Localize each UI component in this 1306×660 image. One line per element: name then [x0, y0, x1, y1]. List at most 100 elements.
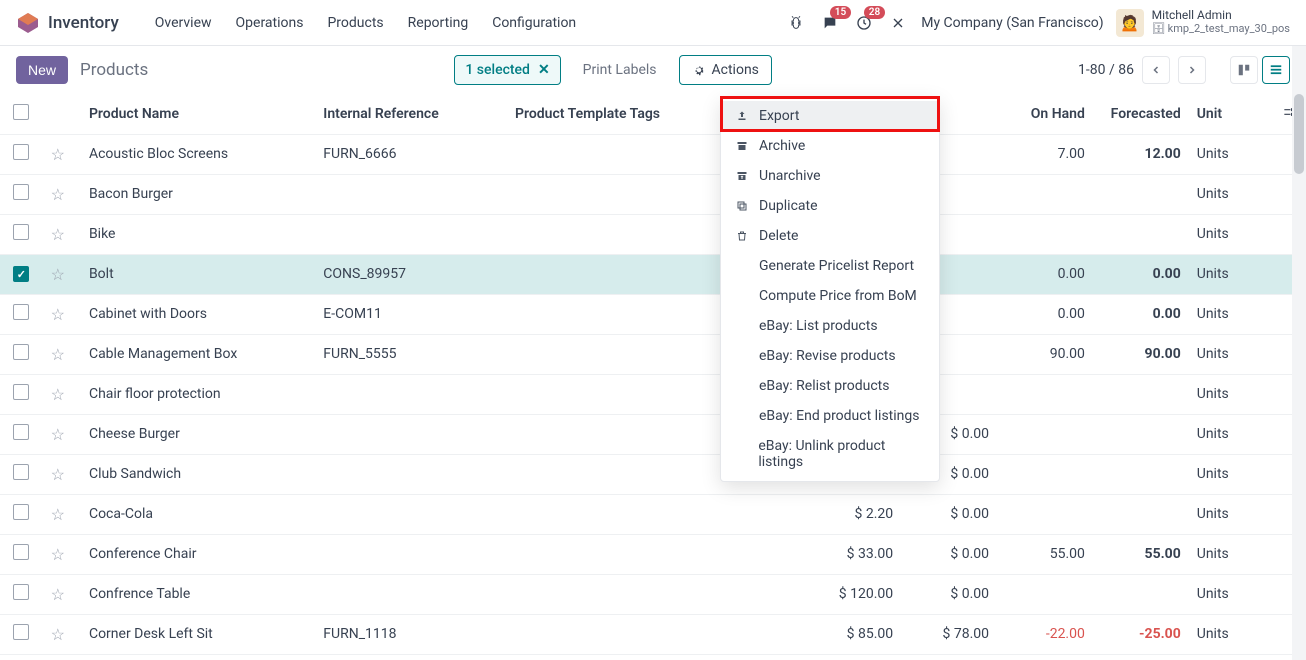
row-checkbox[interactable] [13, 424, 29, 440]
select-all-checkbox[interactable] [13, 104, 29, 120]
pager-prev-button[interactable] [1142, 56, 1170, 84]
cell-onhand: 0.00 [997, 254, 1093, 294]
action-export[interactable]: Export [721, 101, 939, 131]
nav-overview[interactable]: Overview [143, 15, 224, 31]
cell-unit: Units [1189, 254, 1274, 294]
action-generate-pricelist-report[interactable]: Generate Pricelist Report [721, 251, 939, 281]
nav-reporting[interactable]: Reporting [396, 15, 481, 31]
star-icon[interactable]: ☆ [51, 225, 65, 244]
app-logo-icon[interactable] [16, 11, 40, 35]
row-checkbox[interactable] [13, 224, 29, 240]
pager-next-button[interactable] [1178, 56, 1206, 84]
cell-ref [315, 174, 507, 214]
cell-name: Cheese Burger [81, 414, 315, 454]
table-row[interactable]: ☆Conference Chair$ 33.00$ 0.0055.0055.00… [0, 534, 1306, 574]
app-title[interactable]: Inventory [48, 13, 119, 33]
action-compute-price-from-bom[interactable]: Compute Price from BoM [721, 281, 939, 311]
cell-unit: Units [1189, 374, 1274, 414]
star-icon[interactable]: ☆ [51, 345, 65, 364]
cell-name: Cable Management Box [81, 334, 315, 374]
pager-range[interactable]: 1-80 / 86 [1078, 62, 1134, 78]
tools-icon[interactable] [887, 12, 909, 34]
archive-icon [735, 140, 749, 152]
cell-name: Corner Desk Left Sit [81, 614, 315, 654]
nav-right: 15 28 My Company (San Francisco) 🙍 Mitch… [785, 9, 1290, 37]
trash-icon [735, 230, 749, 242]
kanban-view-button[interactable] [1230, 56, 1258, 84]
row-checkbox[interactable] [13, 384, 29, 400]
action-ebay-list-products[interactable]: eBay: List products [721, 311, 939, 341]
activity-icon[interactable]: 28 [853, 12, 875, 34]
row-checkbox[interactable] [13, 544, 29, 560]
action-ebay-unlink-product-listings[interactable]: eBay: Unlink product listings [721, 431, 939, 477]
row-checkbox[interactable] [13, 304, 29, 320]
actions-dropdown-button[interactable]: Actions [679, 55, 772, 85]
star-icon[interactable]: ☆ [51, 625, 65, 644]
table-row[interactable]: ☆Chair floor protectionUnits [0, 374, 1306, 414]
row-checkbox[interactable] [13, 624, 29, 640]
nav-configuration[interactable]: Configuration [480, 15, 588, 31]
nav-menu: Overview Operations Products Reporting C… [143, 15, 588, 31]
col-forecast[interactable]: Forecasted [1093, 94, 1189, 134]
action-archive[interactable]: Archive [721, 131, 939, 161]
nav-operations[interactable]: Operations [224, 15, 316, 31]
star-icon[interactable]: ☆ [51, 385, 65, 404]
star-icon[interactable]: ☆ [51, 585, 65, 604]
chat-icon[interactable]: 15 [819, 12, 841, 34]
top-nav: Inventory Overview Operations Products R… [0, 0, 1306, 46]
star-icon[interactable]: ☆ [51, 425, 65, 444]
row-checkbox[interactable] [13, 504, 29, 520]
list-view-button[interactable] [1262, 56, 1290, 84]
star-icon[interactable]: ☆ [51, 545, 65, 564]
view-switch [1230, 56, 1290, 84]
nav-products[interactable]: Products [315, 15, 395, 31]
row-checkbox[interactable] [13, 464, 29, 480]
table-row[interactable]: ☆Acoustic Bloc ScreensFURN_66667.0012.00… [0, 134, 1306, 174]
table-row[interactable]: ☆BoltCONS_899570.000.00Units [0, 254, 1306, 294]
pager: 1-80 / 86 [1078, 56, 1206, 84]
table-row[interactable]: ☆Coca-Cola$ 2.20$ 0.00Units [0, 494, 1306, 534]
scrollbar-track[interactable] [1292, 46, 1306, 660]
table-row[interactable]: ☆Bacon BurgerUnits [0, 174, 1306, 214]
row-checkbox[interactable] [13, 584, 29, 600]
user-menu[interactable]: 🙍 Mitchell Admin 🗄kmp_2_test_may_30_pos [1116, 9, 1290, 37]
bug-icon[interactable] [785, 12, 807, 34]
row-checkbox[interactable] [13, 266, 29, 282]
print-labels-button[interactable]: Print Labels [573, 56, 667, 84]
star-icon[interactable]: ☆ [51, 145, 65, 164]
table-row[interactable]: ☆Confrence Table$ 120.00$ 0.00Units [0, 574, 1306, 614]
action-unarchive[interactable]: Unarchive [721, 161, 939, 191]
table-row[interactable]: ☆Corner Desk Left SitFURN_1118$ 85.00$ 7… [0, 614, 1306, 654]
clear-selection-icon[interactable]: ✕ [538, 62, 550, 78]
star-icon[interactable]: ☆ [51, 265, 65, 284]
company-selector[interactable]: My Company (San Francisco) [921, 15, 1103, 31]
star-icon[interactable]: ☆ [51, 305, 65, 324]
new-button[interactable]: New [16, 56, 68, 84]
action-ebay-end-product-listings[interactable]: eBay: End product listings [721, 401, 939, 431]
row-checkbox[interactable] [13, 184, 29, 200]
cell-onhand: 0.00 [997, 294, 1093, 334]
cell-ref [315, 574, 507, 614]
star-icon[interactable]: ☆ [51, 185, 65, 204]
row-checkbox[interactable] [13, 144, 29, 160]
cell-price: $ 120.00 [805, 574, 901, 614]
col-product-name[interactable]: Product Name [81, 94, 315, 134]
table-row[interactable]: ☆Cabinet with DoorsE-COM110.000.00Units [0, 294, 1306, 334]
action-duplicate[interactable]: Duplicate [721, 191, 939, 221]
action-ebay-relist-products[interactable]: eBay: Relist products [721, 371, 939, 401]
action-ebay-revise-products[interactable]: eBay: Revise products [721, 341, 939, 371]
table-row[interactable]: ☆Cable Management BoxFURN_555590.0090.00… [0, 334, 1306, 374]
table-row[interactable]: ☆Cheese Burger$ 7.00$ 0.00Units [0, 414, 1306, 454]
table-row[interactable]: ☆Club Sandwich$ 3.40$ 0.00Units [0, 454, 1306, 494]
cell-unit: Units [1189, 454, 1274, 494]
table-row[interactable]: ☆BikeUnits [0, 214, 1306, 254]
col-onhand[interactable]: On Hand [997, 94, 1093, 134]
star-icon[interactable]: ☆ [51, 465, 65, 484]
col-internal-reference[interactable]: Internal Reference [315, 94, 507, 134]
col-unit[interactable]: Unit [1189, 94, 1274, 134]
star-icon[interactable]: ☆ [51, 505, 65, 524]
cell-onhand: -22.00 [997, 614, 1093, 654]
row-checkbox[interactable] [13, 344, 29, 360]
action-delete[interactable]: Delete [721, 221, 939, 251]
scrollbar-thumb[interactable] [1294, 94, 1304, 174]
